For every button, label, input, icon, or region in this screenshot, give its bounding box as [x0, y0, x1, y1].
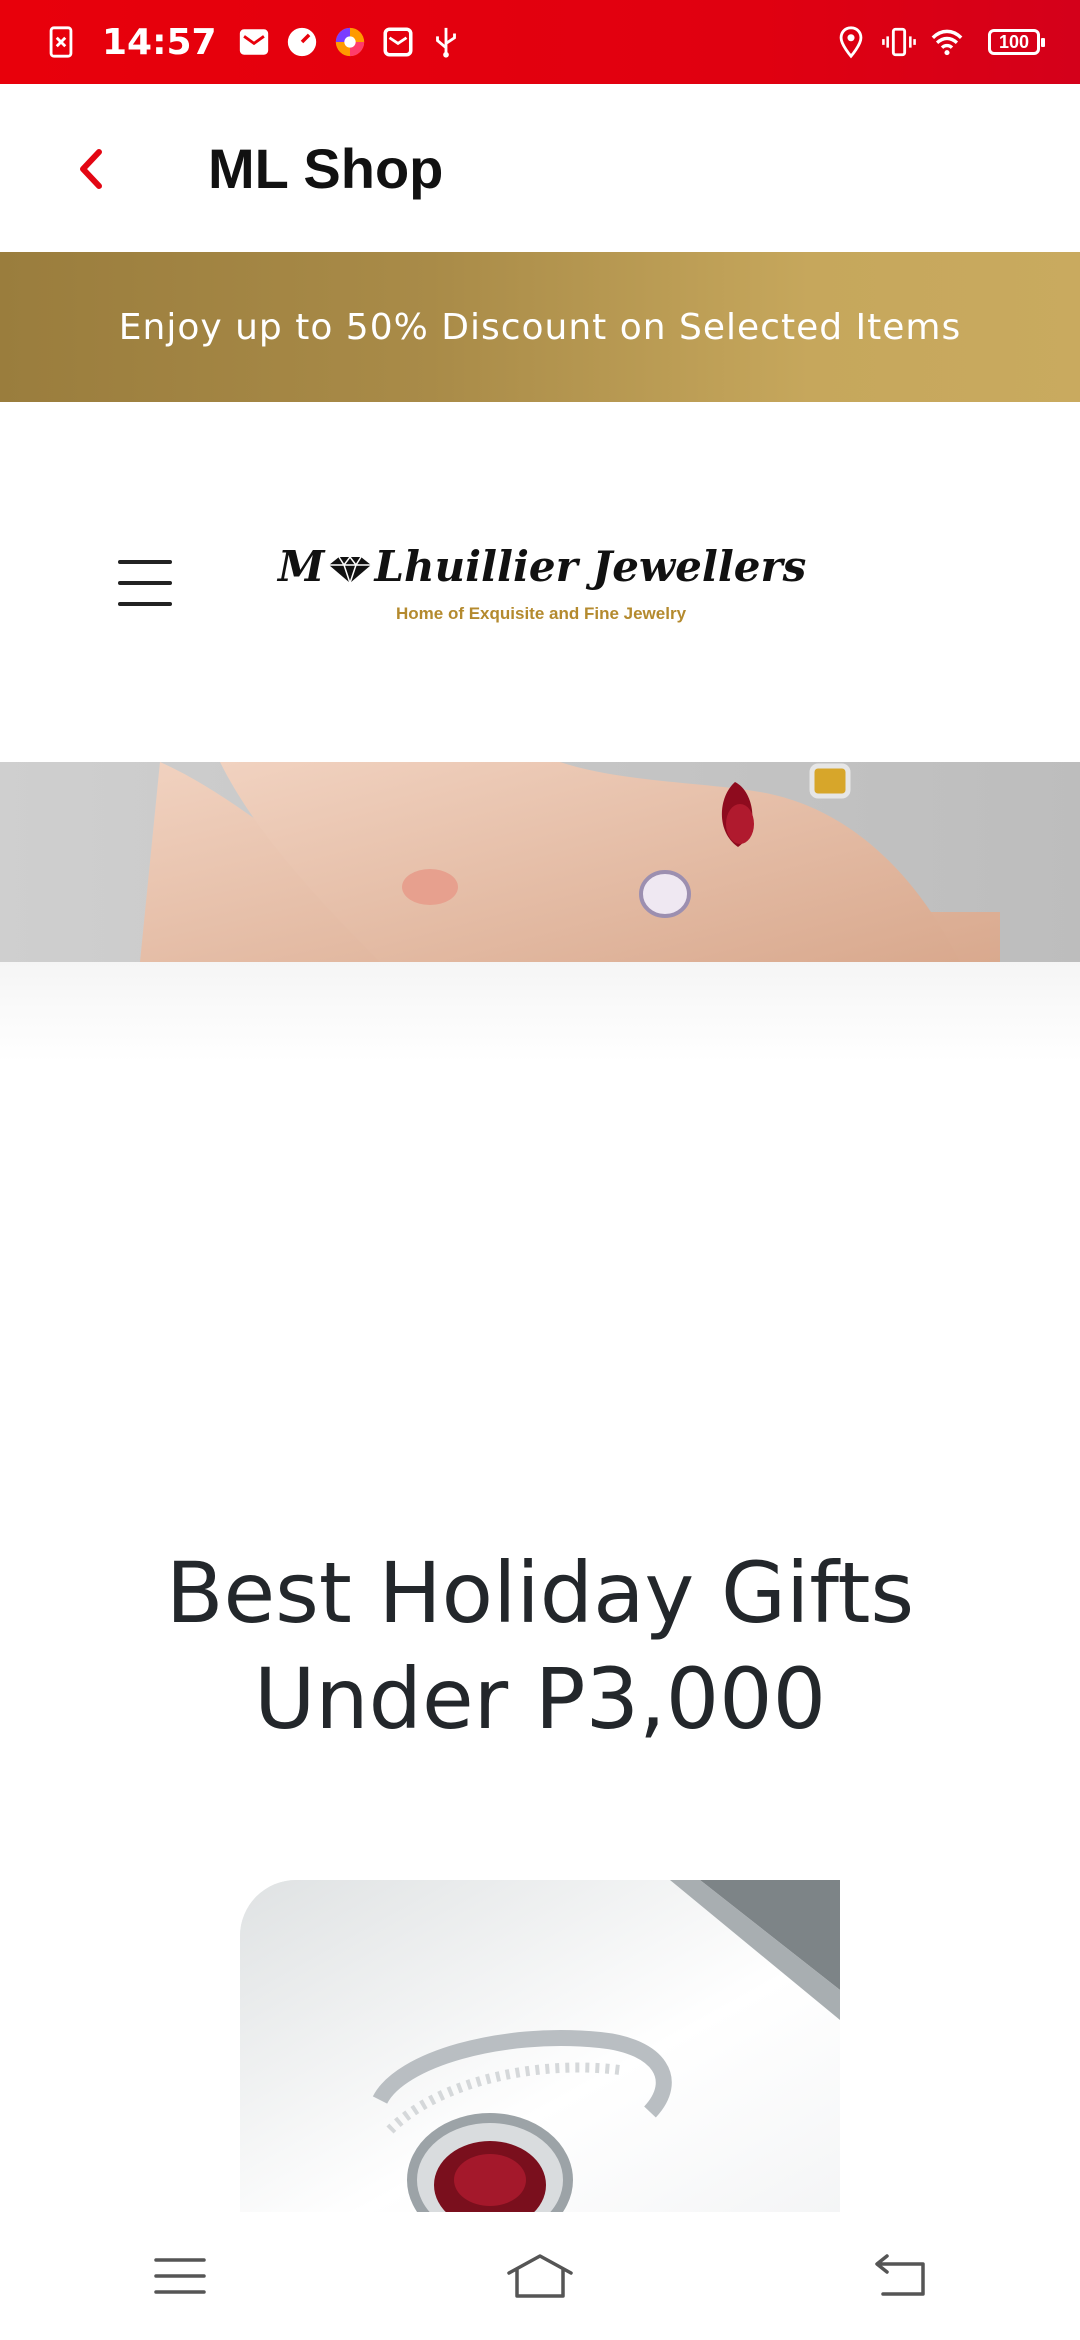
brand-logo[interactable]: MLhuillier Jewellers Home of Exquisite a…	[278, 542, 808, 632]
system-nav-bar	[0, 2212, 1080, 2340]
wifi-icon	[930, 25, 964, 59]
battery-indicator: 100	[988, 29, 1040, 55]
browser-icon	[333, 25, 367, 59]
mail-icon	[237, 25, 271, 59]
ring-photo	[240, 1880, 840, 2212]
back-button[interactable]	[60, 134, 120, 204]
hero-shadow	[0, 962, 1080, 1062]
nav-home-button[interactable]	[480, 2226, 600, 2326]
promo-text: Enjoy up to 50% Discount on Selected Ite…	[119, 307, 961, 348]
hero-photo	[0, 762, 1080, 962]
status-right: 100	[834, 0, 1040, 84]
app-title: ML Shop	[208, 134, 443, 204]
nav-back-button[interactable]	[840, 2226, 960, 2326]
status-bar: 14:57 100	[0, 0, 1080, 84]
sim-error-icon	[44, 25, 78, 59]
location-icon	[834, 25, 868, 59]
status-left: 14:57	[44, 0, 477, 84]
usb-icon	[429, 25, 463, 59]
app-bar: ML Shop	[0, 84, 1080, 252]
logo-wordmark: MLhuillier Jewellers	[278, 542, 808, 591]
site-header: MLhuillier Jewellers Home of Exquisite a…	[0, 402, 1080, 762]
section-title: Best Holiday Gifts Under P3,000	[40, 1540, 1040, 1752]
promo-banner[interactable]: Enjoy up to 50% Discount on Selected Ite…	[0, 252, 1080, 402]
hero-banner-image[interactable]	[0, 762, 1080, 962]
nav-menu-button[interactable]	[120, 2226, 240, 2326]
hamburger-menu-icon[interactable]	[118, 560, 172, 606]
inbox-icon	[381, 25, 415, 59]
diamond-icon	[327, 555, 373, 585]
logo-tagline: Home of Exquisite and Fine Jewelry	[396, 604, 686, 624]
menu-icon	[154, 2256, 206, 2296]
product-image[interactable]	[240, 1880, 840, 2212]
back-icon	[873, 2254, 927, 2298]
home-icon	[505, 2253, 575, 2299]
vibrate-icon	[882, 25, 916, 59]
speed-icon	[285, 25, 319, 59]
chevron-left-icon	[75, 146, 105, 192]
status-time: 14:57	[102, 22, 217, 63]
